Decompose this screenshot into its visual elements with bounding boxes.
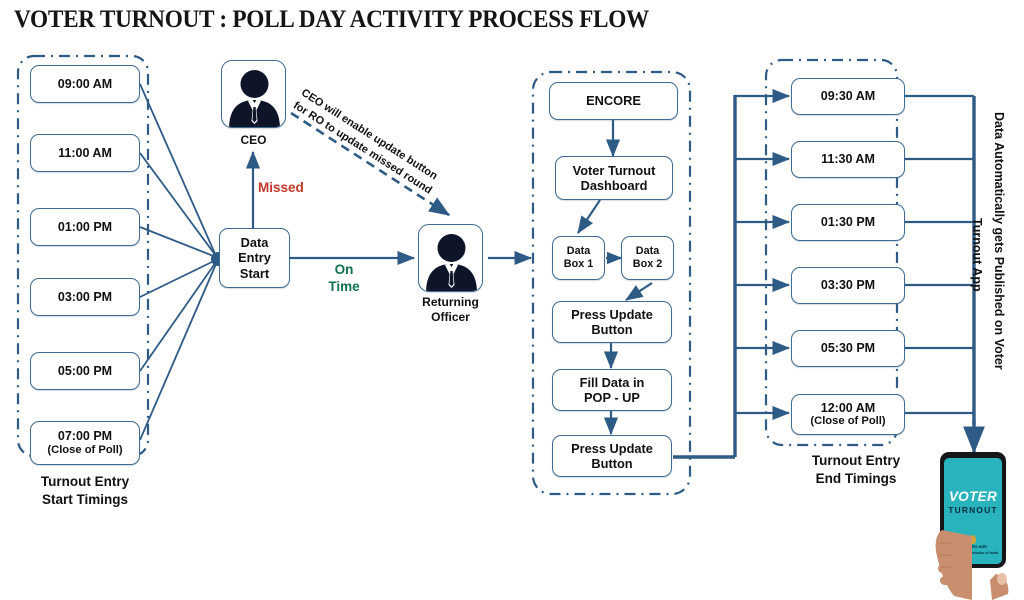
end-time-4-label: 03:30 PM bbox=[820, 278, 876, 293]
start-timings-group-label: Turnout Entry Start Timings bbox=[12, 473, 158, 508]
end-time-5-label: 05:30 PM bbox=[820, 341, 876, 356]
start-timings-group-label-line2: Start Timings bbox=[41, 491, 129, 507]
on-time-edge-label: On Time bbox=[316, 262, 372, 296]
diagram-canvas: VOTER TURNOUT : POLL DAY ACTIVITY PROCES… bbox=[0, 0, 1024, 600]
dashboard-line2: Dashboard bbox=[580, 178, 648, 193]
hand-icon bbox=[935, 530, 1009, 600]
person-icon bbox=[426, 234, 477, 291]
data-entry-start-node[interactable]: Data Entry Start bbox=[219, 228, 290, 288]
data-entry-start-line3: Start bbox=[239, 265, 270, 281]
press-update-1-line1: Press Update bbox=[571, 306, 653, 322]
fill-popup-line2: POP - UP bbox=[584, 390, 640, 405]
start-time-4-label: 03:00 PM bbox=[57, 289, 113, 304]
end-time-6-note: (Close of Poll) bbox=[810, 415, 886, 428]
end-timings-group-label: Turnout Entry End Timings bbox=[776, 452, 936, 487]
end-time-box-5[interactable]: 05:30 PM bbox=[791, 330, 905, 367]
start-time-6-label: 07:00 PM bbox=[57, 429, 113, 444]
voter-turnout-dashboard-node[interactable]: Voter Turnout Dashboard bbox=[555, 156, 673, 200]
press-update-button-node-1[interactable]: Press Update Button bbox=[552, 301, 672, 343]
press-update-2-line1: Press Update bbox=[571, 440, 653, 456]
data-box-2-node[interactable]: Data Box 2 bbox=[621, 236, 674, 280]
press-update-1-line2: Button bbox=[591, 322, 633, 337]
on-time-line2: Time bbox=[328, 278, 360, 294]
ceo-update-annotation: CEO will enable update button for RO to … bbox=[290, 86, 443, 198]
start-time-fan-lines bbox=[139, 83, 217, 441]
missed-edge-label: Missed bbox=[258, 180, 304, 195]
encore-node[interactable]: ENCORE bbox=[549, 82, 678, 120]
end-timings-frame bbox=[764, 58, 899, 447]
end-time-box-6[interactable]: 12:00 AM (Close of Poll) bbox=[791, 394, 905, 435]
published-note-line2: Turnout App bbox=[970, 218, 984, 292]
end-time-2-label: 11:30 AM bbox=[821, 152, 875, 167]
press-update-button-node-2[interactable]: Press Update Button bbox=[552, 435, 672, 477]
fill-data-popup-node[interactable]: Fill Data in POP - UP bbox=[552, 369, 672, 411]
end-time-box-2[interactable]: 11:30 AM bbox=[791, 141, 905, 178]
start-timings-frame bbox=[16, 54, 150, 458]
end-time-6-label: 12:00 AM bbox=[820, 400, 876, 415]
data-box-1-line2: Box 1 bbox=[563, 258, 594, 270]
ro-caption-line2: Officer bbox=[431, 310, 470, 324]
dashboard-line1: Voter Turnout bbox=[572, 162, 656, 178]
start-timings-group-label-line1: Turnout Entry bbox=[40, 474, 130, 489]
voter-turnout-app-phone: VOTER TURNOUT भारत निर्वाचन आयोग Electio… bbox=[935, 452, 1024, 600]
start-time-6-note: (Close of Poll) bbox=[47, 443, 123, 456]
bus-to-end-times bbox=[735, 88, 791, 421]
data-box-1-line1: Data bbox=[566, 245, 591, 258]
start-time-box-4[interactable]: 03:00 PM bbox=[30, 278, 140, 316]
data-entry-start-line2: Entry bbox=[238, 250, 271, 266]
encore-frame bbox=[531, 70, 692, 496]
edge-dashboard-box1 bbox=[577, 199, 601, 234]
data-box-2-line1: Data bbox=[635, 245, 660, 258]
start-time-box-6[interactable]: 07:00 PM (Close of Poll) bbox=[30, 421, 140, 465]
end-times-to-right-bus bbox=[905, 94, 974, 415]
returning-officer-caption: Returning Officer bbox=[403, 295, 498, 325]
end-time-1-label: 09:30 AM bbox=[820, 89, 876, 104]
ceo-note-line2: for RO to update missed round bbox=[291, 99, 435, 197]
start-time-box-3[interactable]: 01:00 PM bbox=[30, 208, 140, 246]
end-time-3-label: 01:30 PM bbox=[820, 215, 876, 230]
data-entry-start-line1: Data bbox=[240, 235, 269, 251]
start-time-box-1[interactable]: 09:00 AM bbox=[30, 65, 140, 103]
end-time-box-4[interactable]: 03:30 PM bbox=[791, 267, 905, 304]
start-time-2-label: 11:00 AM bbox=[58, 145, 112, 160]
ceo-avatar-card[interactable] bbox=[221, 60, 286, 128]
start-time-3-label: 01:00 PM bbox=[57, 219, 113, 234]
published-note-line1: Data Automatically gets Published on Vot… bbox=[992, 112, 1006, 370]
ceo-note-line1: CEO will enable update button bbox=[299, 86, 440, 183]
ceo-caption: CEO bbox=[240, 133, 267, 147]
end-timings-group-label-line1: Turnout Entry bbox=[811, 453, 901, 468]
start-time-box-2[interactable]: 11:00 AM bbox=[30, 134, 140, 172]
press-update-2-line2: Button bbox=[591, 456, 633, 471]
data-box-2-line2: Box 2 bbox=[632, 258, 663, 270]
end-time-box-3[interactable]: 01:30 PM bbox=[791, 204, 905, 241]
person-icon bbox=[229, 70, 280, 127]
page-title: VOTER TURNOUT : POLL DAY ACTIVITY PROCES… bbox=[14, 6, 650, 33]
start-time-1-label: 09:00 AM bbox=[57, 76, 113, 91]
data-box-1-node[interactable]: Data Box 1 bbox=[552, 236, 605, 280]
on-time-line1: On bbox=[334, 262, 354, 277]
returning-officer-avatar-card[interactable] bbox=[418, 224, 483, 292]
edge-box2-press1 bbox=[625, 282, 653, 301]
end-timings-group-label-line2: End Timings bbox=[815, 470, 897, 486]
end-time-box-1[interactable]: 09:30 AM bbox=[791, 78, 905, 115]
start-time-5-label: 05:00 PM bbox=[57, 363, 113, 378]
encore-label: ENCORE bbox=[586, 93, 641, 109]
fill-popup-line1: Fill Data in bbox=[579, 374, 645, 390]
start-time-box-5[interactable]: 05:00 PM bbox=[30, 352, 140, 390]
ro-caption-line1: Returning bbox=[422, 295, 479, 309]
